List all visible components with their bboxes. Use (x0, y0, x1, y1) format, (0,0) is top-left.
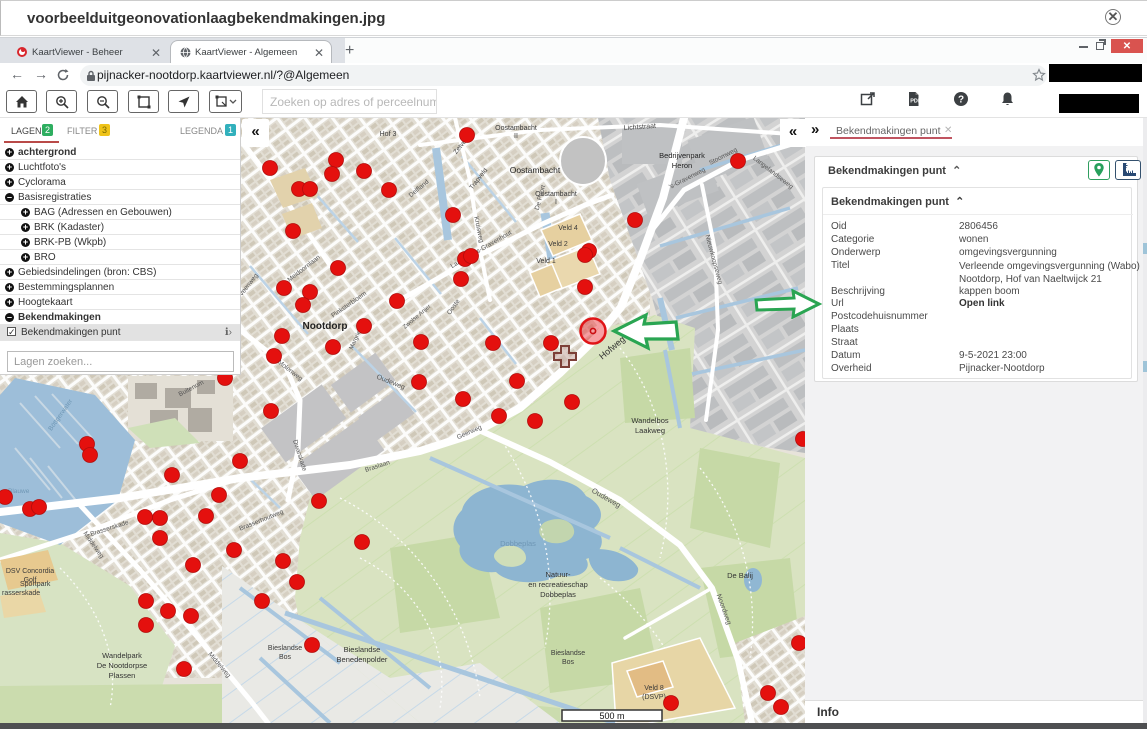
svg-text:PDF: PDF (910, 99, 921, 105)
svg-text:Heron: Heron (672, 161, 692, 170)
svg-text:I: I (555, 199, 557, 206)
svg-text:Bieslandse: Bieslandse (551, 650, 585, 657)
svg-text:Benedenpolder: Benedenpolder (337, 655, 388, 664)
svg-text:Wandelpark: Wandelpark (102, 651, 142, 660)
svg-text:rasserskade: rasserskade (2, 590, 40, 597)
svg-text:Bieslandse: Bieslandse (344, 645, 381, 654)
svg-text:Bos: Bos (562, 659, 575, 666)
svg-text:?: ? (958, 95, 964, 106)
svg-text:Wandelbos: Wandelbos (631, 416, 668, 425)
svg-text:II: II (514, 133, 518, 140)
svg-text:en recreatieschap: en recreatieschap (528, 580, 588, 589)
svg-text:De Nootdorpse: De Nootdorpse (97, 661, 147, 670)
svg-text:Bedrijvenpark: Bedrijvenpark (659, 151, 705, 160)
svg-text:Dobbeplas: Dobbeplas (540, 590, 576, 599)
svg-text:De Balij: De Balij (727, 571, 753, 580)
svg-text:500 m: 500 m (599, 711, 624, 721)
svg-text:(DSVP): (DSVP) (642, 694, 666, 701)
svg-text:Veld 8: Veld 8 (644, 685, 664, 692)
svg-text:Oostambacht: Oostambacht (510, 165, 561, 175)
svg-text:Dobbeplas: Dobbeplas (500, 539, 536, 548)
svg-text:Bos: Bos (279, 654, 292, 661)
svg-text:Laakweg: Laakweg (635, 426, 665, 435)
svg-text:Hof 3: Hof 3 (380, 131, 397, 138)
svg-text:Nootdorp: Nootdorp (303, 321, 348, 332)
svg-text:Natuur-: Natuur- (545, 570, 571, 579)
svg-text:Plassen: Plassen (109, 671, 136, 680)
svg-text:Oostambacht: Oostambacht (495, 125, 537, 132)
svg-text:Veld 1: Veld 1 (536, 258, 556, 265)
svg-text:Veld 2: Veld 2 (548, 241, 568, 248)
svg-text:DSV Concordia: DSV Concordia (6, 568, 54, 575)
svg-text:Veld 4: Veld 4 (558, 225, 578, 232)
svg-text:Sportpark: Sportpark (20, 581, 51, 588)
svg-text:Bieslandse: Bieslandse (268, 645, 302, 652)
